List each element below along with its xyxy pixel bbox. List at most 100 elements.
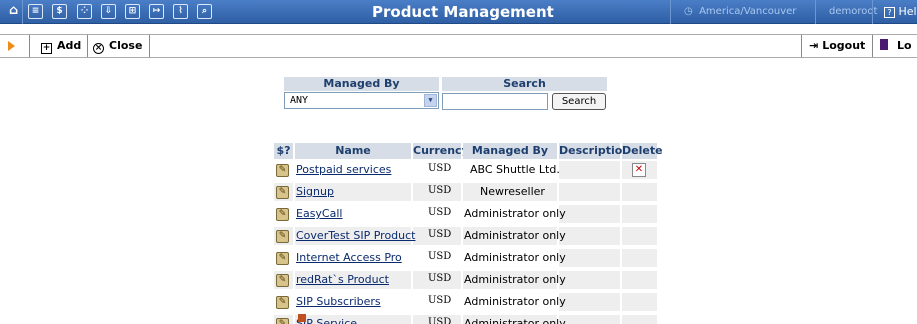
edit-icon[interactable]: ✎ [276,318,289,324]
currency-value: USD [428,273,452,284]
magnifier-icon[interactable]: ⌕ [197,4,212,19]
cell-background [622,293,657,311]
managed-by-value: Newreseller [480,185,545,198]
add-button[interactable]: + Add [41,39,81,54]
column-header-price: $? [274,143,293,159]
table-row: ✎ Postpaid services USD ABC Shuttle Ltd. ✕ [274,161,657,183]
edit-icon[interactable]: ✎ [276,274,289,287]
home-icon[interactable]: ⌂ [6,4,21,19]
page-title: Product Management [372,3,554,21]
list-icon[interactable]: ≡ [28,4,43,19]
cell-background [559,293,620,311]
clock-icon: ◷ [684,6,693,17]
cell-background [622,249,657,267]
product-name-link[interactable]: Signup [296,185,334,198]
column-header-managed-by: Managed By [463,143,557,159]
product-name-link[interactable]: CoverTest SIP Product [296,229,416,242]
cell-background [559,161,620,179]
plus-box-icon[interactable]: ⇩ [101,4,116,19]
timezone-link[interactable]: ◷ America/Vancouver [684,6,796,17]
cell-background [559,227,620,245]
search-button[interactable]: Search [552,93,606,110]
managed-by-value: Administrator only [464,273,566,286]
table-row: ✎ Signup USD Newreseller [274,183,657,205]
mouse-cursor [298,314,306,322]
close-icon: × [93,43,104,54]
close-button[interactable]: × Close [93,39,142,54]
top-bar: ⌂ ≡ $ ⁘ ⇩ ⊞ ↦ ⌇ ⌕ Product Management ◷ A… [0,0,917,24]
toolbar: + Add × Close ⇥ Logout Lo [0,34,917,58]
search-input[interactable] [442,93,548,110]
currency-value: USD [428,251,452,262]
tree-icon[interactable]: ⊞ [125,4,140,19]
column-header-name: Name [295,143,411,159]
managed-by-value: Administrator only [464,207,566,220]
help-label: Hel [898,5,917,18]
column-header-delete: Delete [622,143,663,159]
edit-icon[interactable]: ✎ [276,252,289,265]
currency-value: USD [428,207,452,218]
divider [872,35,873,57]
edit-icon[interactable]: ✎ [276,208,289,221]
help-link[interactable]: ? Hel [884,5,917,18]
divider [815,0,816,24]
cell-background [559,205,620,223]
edit-icon[interactable]: ✎ [276,164,289,177]
managed-by-value: Administrator only [464,295,566,308]
chevron-down-icon: ▼ [424,94,437,107]
product-name-link[interactable]: SIP Subscribers [296,295,381,308]
divider [801,35,802,57]
table-row: ✎ EasyCall USD Administrator only [274,205,657,227]
cell-background [622,205,657,223]
delete-icon[interactable]: ✕ [632,163,646,177]
product-name-link[interactable]: EasyCall [296,207,342,220]
product-name-link[interactable]: Internet Access Pro [296,251,402,264]
managed-by-value: Administrator only [464,317,566,324]
table-row: ✎ Internet Access Pro USD Administrator onl… [274,249,657,271]
forward-icon[interactable]: ↦ [149,4,164,19]
grid-icon[interactable]: ⁘ [77,4,92,19]
currency-value: USD [428,163,452,174]
logout-icon: ⇥ [809,39,819,52]
table-row: ✎ redRat`s Product USD Administrator only [274,271,657,293]
managed-by-header: Managed By [284,77,439,91]
close-label: Close [109,39,143,52]
product-name-link[interactable]: redRat`s Product [296,273,389,286]
dollar-icon[interactable]: $ [52,4,67,19]
divider [22,0,23,24]
edit-icon[interactable]: ✎ [276,186,289,199]
managed-by-select[interactable]: ANY ▼ [284,92,439,109]
table-row: ✎ SIP Subscribers USD Administrator only [274,293,657,315]
log-button[interactable]: Lo [880,39,912,52]
cell-background [559,315,620,324]
managed-by-value: ABC Shuttle Ltd. [470,163,560,176]
divider [149,35,150,57]
book-icon [880,39,888,50]
cell-background [622,271,657,289]
cell-background [559,183,620,201]
currency-value: USD [428,317,452,324]
managed-by-value: Administrator only [464,229,566,242]
log-label: Lo [897,39,912,52]
help-icon: ? [884,7,895,18]
currency-value: USD [428,185,452,196]
divider [87,35,88,57]
column-header-description: Description [559,143,631,159]
product-name-link[interactable]: Postpaid services [296,163,391,176]
currency-value: USD [428,295,452,306]
arrow-right-icon [8,41,15,51]
divider [29,35,30,57]
logout-button[interactable]: ⇥ Logout [809,39,865,52]
divider [872,0,873,24]
cell-background [622,315,657,324]
search-header: Search [442,77,607,91]
edit-icon[interactable]: ✎ [276,296,289,309]
cell-background [622,227,657,245]
managed-by-value: Administrator only [464,251,566,264]
user-name[interactable]: demoroot [829,6,877,17]
edit-icon[interactable]: ✎ [276,230,289,243]
managed-by-value: ANY [290,95,309,106]
chart-icon[interactable]: ⌇ [173,4,188,19]
divider [670,0,671,24]
cell-background [559,249,620,267]
